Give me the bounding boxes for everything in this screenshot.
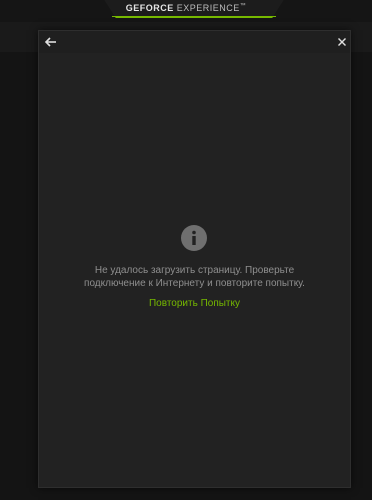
- app-logo: GEFORCE EXPERIENCE™: [0, 3, 372, 13]
- geforce-experience-window: GEFORCE EXPERIENCE™ Не удалось загрузить…: [0, 0, 372, 500]
- trademark-mark: ™: [239, 3, 247, 9]
- error-message-line-1: Не удалось загрузить страницу. Проверьте: [94, 265, 295, 276]
- title-bar: GEFORCE EXPERIENCE™: [0, 0, 372, 22]
- back-button[interactable]: [43, 34, 59, 50]
- brand-name-light: EXPERIENCE: [176, 3, 240, 13]
- error-dialog: Не удалось загрузить страницу. Проверьте…: [38, 30, 351, 488]
- brand-accent-line: [112, 16, 276, 17]
- arrow-left-icon: [44, 37, 56, 47]
- error-message: Не удалось загрузить страницу. Проверьте…: [49, 264, 340, 290]
- error-message-line-2: подключение к Интернету и повторите попы…: [84, 278, 305, 289]
- dialog-header: [39, 31, 350, 53]
- retry-button[interactable]: Повторить Попытку: [119, 297, 270, 310]
- close-icon: [338, 38, 346, 46]
- close-button[interactable]: [334, 34, 350, 50]
- info-icon: [181, 225, 207, 251]
- brand-name-bold: GEFORCE: [125, 3, 174, 13]
